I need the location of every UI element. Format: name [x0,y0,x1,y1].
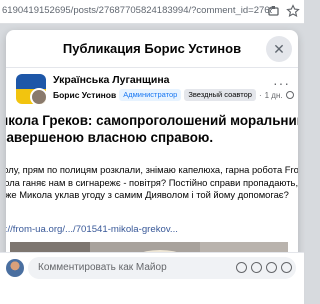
body-line: голу, прям по полицям розклали, знімаю к… [6,164,298,175]
author-name[interactable]: Борис Устинов [53,90,116,100]
body-line: кола ганяє нам в сигнарежє - повітря? По… [6,176,298,188]
body-line: оже Микола уклав угоду з самим Дияволом … [6,189,289,201]
group-name[interactable]: Українська Луганщина [53,74,170,86]
url-text[interactable]: 6190419152695/posts/27687705824183994/?c… [2,5,272,16]
headline-line: завершеною власною справою. [6,130,214,145]
browser-toolbar-icons [267,4,300,18]
post-link[interactable]: s://from-ua.org/.../701541-mikola-grekov… [6,224,178,235]
star-icon[interactable] [286,4,300,18]
user-avatar [6,259,24,277]
headline-line: икола Греков: самопроголошений моральний… [6,113,298,128]
camera-icon[interactable] [266,262,277,273]
comment-composer: Комментировать как Майор [0,252,304,304]
browser-address-bar[interactable]: 6190419152695/posts/27687705824183994/?c… [0,0,304,24]
post-meta: Борис Устинов Администратор Звездный соа… [53,89,294,101]
sticker-icon[interactable] [236,262,247,273]
post-headline: икола Греков: самопроголошений моральний… [6,112,298,146]
gif-icon[interactable] [281,262,292,273]
comment-placeholder: Комментировать как Майор [38,262,167,273]
post-body: голу, прям по полицям розклали, знімаю к… [6,164,298,202]
more-options-icon[interactable]: ··· [273,76,290,90]
comment-input[interactable]: Комментировать как Майор [28,257,296,279]
close-icon[interactable]: ✕ [266,36,292,62]
emoji-icon[interactable] [251,262,262,273]
extension-icon[interactable] [267,4,281,18]
author-avatar[interactable] [30,88,46,104]
post-time[interactable]: 1 дн. [265,91,283,100]
contributor-badge: Звездный соавтор [184,89,256,101]
admin-badge: Администратор [119,89,182,101]
meta-separator: · [258,90,262,100]
dialog-title: Публикация Борис Устинов [6,30,298,68]
comment-tools [236,262,292,273]
group-avatar[interactable] [16,74,46,104]
globe-icon [285,91,294,99]
